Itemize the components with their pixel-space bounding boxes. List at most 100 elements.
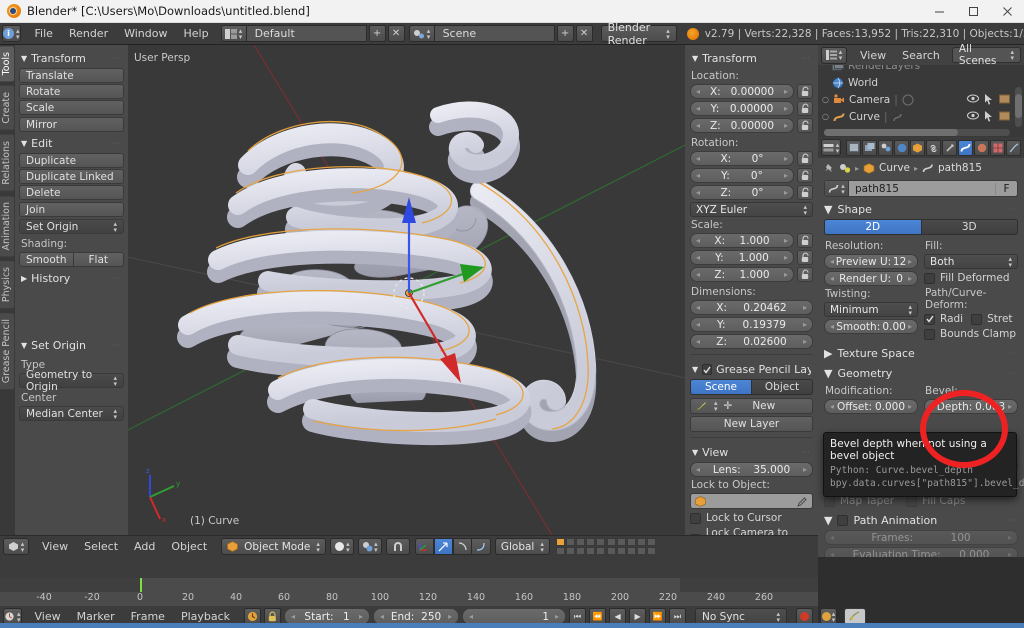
gp-object-tab[interactable]: Object bbox=[752, 379, 813, 395]
transform-orientation-selector[interactable]: Global ▴ ▾ bbox=[494, 538, 550, 555]
render-engine-selector[interactable]: Blender Render ▴ ▾ bbox=[600, 21, 677, 47]
shade-smooth-button[interactable]: Smooth bbox=[19, 252, 74, 267]
outliner-row-renderlayers[interactable]: RenderLayers bbox=[818, 65, 1024, 74]
fill-caps-row[interactable]: Fill Caps bbox=[906, 495, 965, 507]
dimension-2d-button[interactable]: 2D bbox=[824, 219, 922, 235]
outliner-row-camera[interactable]: ○ Camera | bbox=[818, 91, 1024, 108]
layer-cell[interactable] bbox=[606, 538, 616, 546]
viewport-menu-add[interactable]: Add bbox=[126, 538, 163, 555]
timeline-ruler[interactable]: -40 -20 0 20 40 60 80 100 120 140 160 18… bbox=[0, 578, 818, 606]
layer-cell[interactable] bbox=[626, 538, 636, 546]
tab-render[interactable] bbox=[846, 139, 861, 156]
rotation-mode-dropdown[interactable]: XYZ Euler ▴ ▾ bbox=[690, 202, 813, 217]
layer-cell[interactable] bbox=[585, 538, 595, 546]
location-x-lock-icon[interactable] bbox=[797, 84, 813, 99]
tab-scene[interactable] bbox=[878, 139, 893, 156]
render-camera-icon[interactable] bbox=[999, 111, 1010, 121]
outliner-row-world[interactable]: World bbox=[818, 74, 1024, 91]
set-origin-dropdown[interactable]: Set Origin ▴ ▾ bbox=[19, 219, 124, 234]
viewport-menu-view[interactable]: View bbox=[34, 538, 76, 555]
render-camera-icon[interactable] bbox=[999, 94, 1010, 104]
tool-tab-create[interactable]: Create bbox=[0, 85, 15, 131]
history-panel-header[interactable]: ▶ History ⋯ bbox=[19, 269, 124, 288]
rotation-x-field[interactable]: ◂ X: 0° ▸ bbox=[690, 151, 794, 166]
menu-help[interactable]: Help bbox=[175, 25, 216, 42]
outliner-display-mode-selector[interactable]: All Scenes ▴ ▾ bbox=[951, 43, 1021, 67]
fill-caps-checkbox[interactable] bbox=[906, 495, 918, 507]
layer-cell[interactable] bbox=[636, 538, 646, 546]
breadcrumb-object[interactable]: Curve bbox=[879, 162, 910, 174]
tool-tab-grease-pencil[interactable]: Grease Pencil bbox=[0, 312, 15, 391]
location-x-field[interactable]: ◂ X: 0.00000 ▸ bbox=[690, 84, 794, 99]
close-button[interactable] bbox=[990, 0, 1024, 23]
eye-icon[interactable] bbox=[967, 94, 979, 103]
dimension-3d-button[interactable]: 3D bbox=[921, 219, 1018, 235]
tool-tab-relations[interactable]: Relations bbox=[0, 133, 15, 192]
remove-layout-button[interactable]: ✕ bbox=[387, 25, 405, 42]
path-animation-panel-header[interactable]: ▼ Path Animation ⋯ bbox=[824, 510, 1018, 530]
menu-window[interactable]: Window bbox=[116, 25, 175, 42]
layer-cell[interactable] bbox=[606, 547, 616, 555]
layer-cell[interactable] bbox=[646, 547, 656, 555]
stretch-row[interactable]: Stret bbox=[971, 313, 1013, 325]
lens-field[interactable]: ◂ Lens: 35.000 ▸ bbox=[690, 462, 813, 477]
screen-layout-icon[interactable]: ▴ ▾ bbox=[220, 25, 247, 42]
breadcrumb-data[interactable]: path815 bbox=[938, 162, 982, 174]
gp-scene-tab[interactable]: Scene bbox=[690, 379, 752, 395]
location-y-lock-icon[interactable] bbox=[797, 101, 813, 116]
viewport-menu-object[interactable]: Object bbox=[163, 538, 215, 555]
join-button[interactable]: Join bbox=[19, 202, 124, 217]
tool-tab-physics[interactable]: Physics bbox=[0, 260, 15, 310]
layer-cell[interactable] bbox=[565, 547, 575, 555]
tab-object[interactable] bbox=[910, 139, 925, 156]
translate-button[interactable]: Translate bbox=[19, 68, 124, 83]
layer-cell[interactable] bbox=[565, 538, 575, 546]
dimensions-z-field[interactable]: ◂ Z: 0.02600 ▸ bbox=[690, 334, 813, 349]
fill-deformed-checkbox[interactable] bbox=[924, 272, 935, 284]
dimensions-x-field[interactable]: ◂ X: 0.20462 ▸ bbox=[690, 300, 813, 315]
scene-icon[interactable]: ▴ ▾ bbox=[408, 25, 435, 42]
preview-u-field[interactable]: ◂ Preview U: 12 ▸ bbox=[824, 254, 918, 269]
layer-grid-right[interactable] bbox=[606, 538, 656, 555]
viewport-shading-selector[interactable]: ▴ ▾ bbox=[329, 538, 354, 555]
tab-curve-data[interactable] bbox=[958, 139, 973, 156]
translate-manipulator-button[interactable] bbox=[433, 538, 453, 555]
map-taper-checkbox[interactable] bbox=[824, 495, 835, 507]
curve-datablock-name-field[interactable]: ▴ ▾ path815 F bbox=[824, 180, 1018, 197]
expand-toggle-icon[interactable]: ○ bbox=[822, 95, 829, 104]
fill-mode-dropdown[interactable]: Both ▴ ▾ bbox=[924, 254, 1018, 269]
maximize-button[interactable] bbox=[956, 0, 990, 23]
twist-smooth-field[interactable]: ◂ Smooth: 0.00 ▸ bbox=[824, 319, 918, 334]
scale-y-field[interactable]: ◂ Y: 1.000 ▸ bbox=[690, 250, 794, 265]
grease-pencil-panel-header[interactable]: ▼ Grease Pencil Layers bbox=[690, 360, 813, 379]
tool-tab-tools[interactable]: Tools bbox=[0, 45, 15, 83]
path-animation-checkbox[interactable] bbox=[837, 515, 849, 526]
operator-center-dropdown[interactable]: Median Center ▴ ▾ bbox=[19, 406, 124, 421]
eye-icon[interactable] bbox=[967, 111, 979, 120]
lock-to-object-field[interactable] bbox=[690, 493, 813, 509]
menu-file[interactable]: File bbox=[27, 25, 61, 42]
scene-icon[interactable] bbox=[839, 163, 851, 174]
location-y-field[interactable]: ◂ Y: 0.00000 ▸ bbox=[690, 101, 794, 116]
shape-panel-header[interactable]: ▼ Shape ⋯ bbox=[824, 199, 1018, 219]
geometry-panel-header[interactable]: ▼ Geometry ⋯ bbox=[824, 363, 1018, 383]
scene-pivot-selector[interactable]: ▴ ▾ bbox=[357, 538, 382, 555]
scale-y-lock-icon[interactable] bbox=[797, 250, 813, 265]
radius-checkbox[interactable] bbox=[924, 313, 935, 325]
texture-space-panel-header[interactable]: ▶ Texture Space ⋯ bbox=[824, 343, 1018, 363]
location-z-lock-icon[interactable] bbox=[797, 118, 813, 133]
npanel-transform-header[interactable]: ▼ Transform ⋯ bbox=[690, 49, 813, 68]
layer-grid-left[interactable] bbox=[555, 538, 605, 555]
mirror-button[interactable]: Mirror bbox=[19, 117, 124, 132]
timeline-playhead[interactable] bbox=[140, 578, 142, 592]
scale-x-field[interactable]: ◂ X: 1.000 ▸ bbox=[690, 233, 794, 248]
outliner-editor-type-selector[interactable]: ▴ ▾ bbox=[821, 46, 847, 64]
minimize-button[interactable] bbox=[922, 0, 956, 23]
twist-method-dropdown[interactable]: Minimum ▴ ▾ bbox=[824, 302, 918, 317]
manipulator-toggle-button[interactable] bbox=[414, 538, 434, 555]
tool-tab-animation[interactable]: Animation bbox=[0, 194, 15, 258]
bounds-clamp-row[interactable]: Bounds Clamp bbox=[924, 328, 1018, 340]
tab-texture[interactable] bbox=[990, 139, 1005, 156]
lock-to-cursor-checkbox[interactable] bbox=[690, 512, 701, 524]
layer-cell[interactable] bbox=[636, 547, 646, 555]
